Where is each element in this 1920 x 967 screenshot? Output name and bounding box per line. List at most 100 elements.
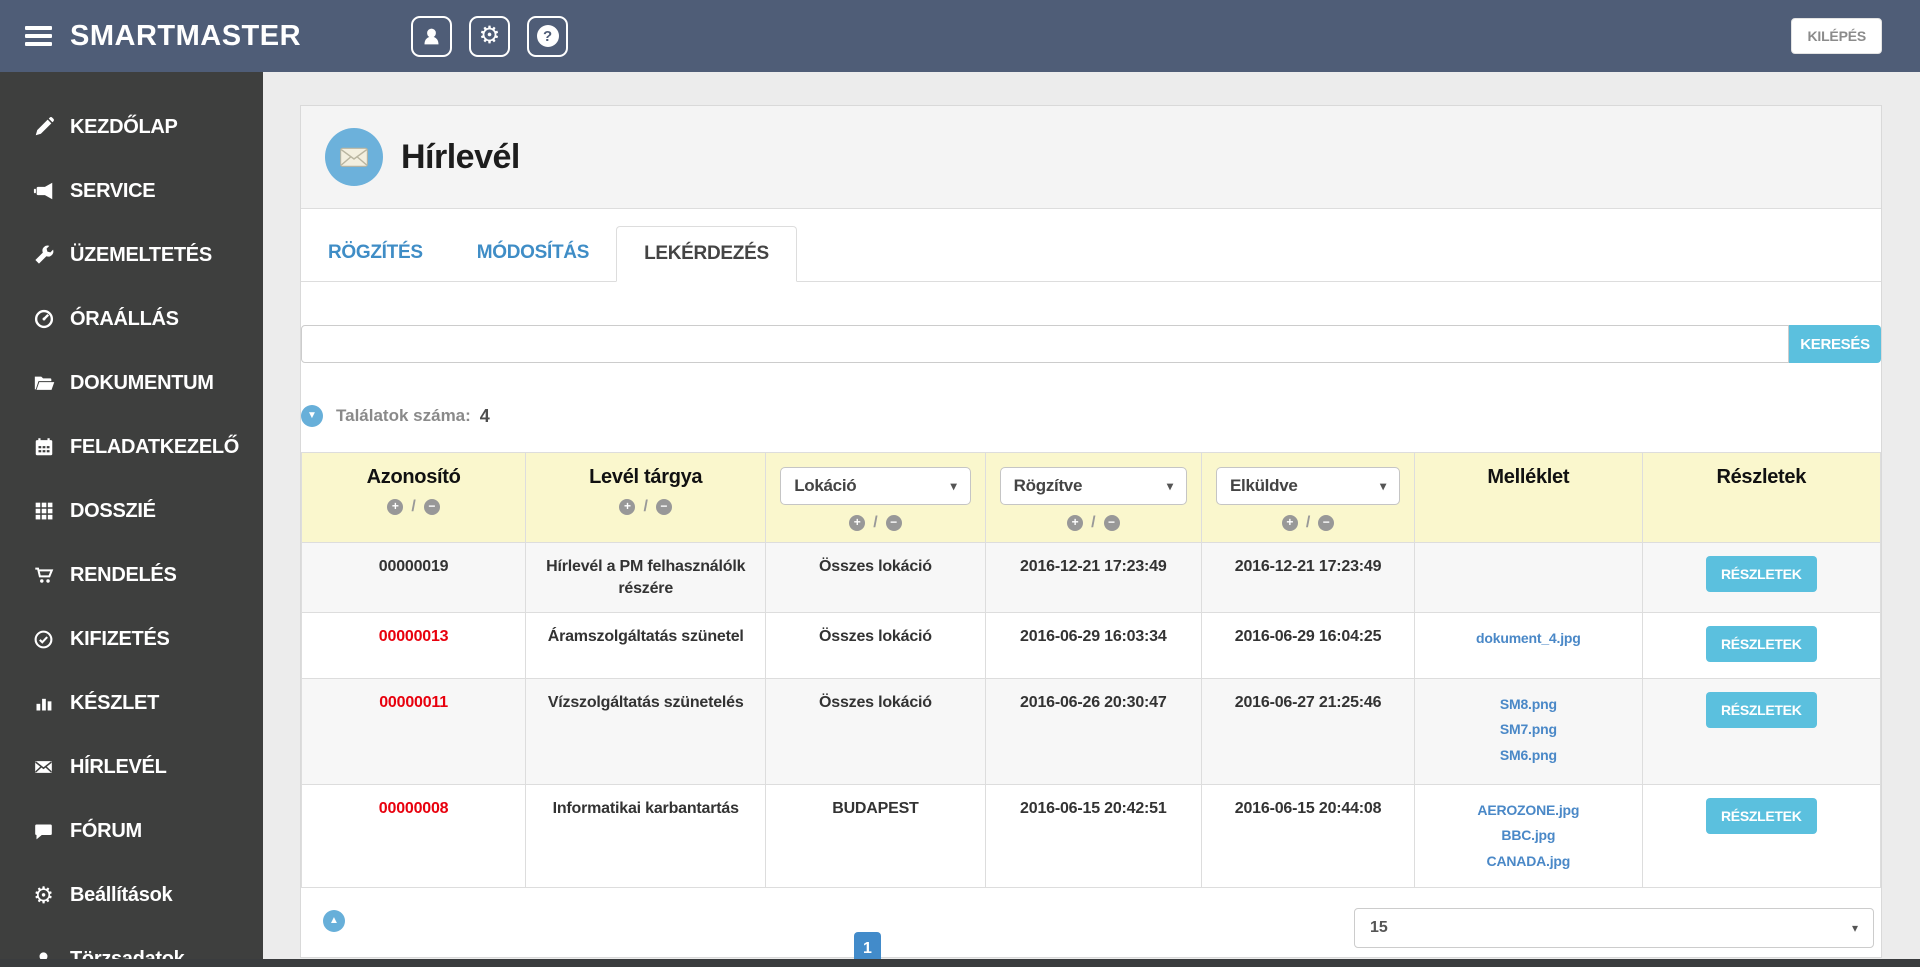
sort-controls	[774, 514, 976, 532]
table-header-row: Azonosító Levél tárgya Lokáció	[300, 452, 1882, 543]
app-title: SMARTMASTER	[70, 19, 302, 52]
sidebar-item-beallitasok[interactable]: ⚙ Beállítások	[0, 863, 263, 927]
collapse-arrow-icon[interactable]	[301, 405, 323, 427]
tab-lekerdezes[interactable]: LEKÉRDEZÉS	[616, 226, 797, 282]
sidebar-item-keszlet[interactable]: KÉSZLET	[0, 671, 263, 735]
sidebar-item-oraallas[interactable]: ÓRAÁLLÁS	[0, 287, 263, 351]
search-button[interactable]: KERESÉS	[1789, 325, 1881, 363]
user-button[interactable]	[411, 15, 453, 57]
sidebar-item-service[interactable]: SERVICE	[0, 159, 263, 223]
details-cell: RÉSZLETEK	[1641, 541, 1882, 614]
attachment-link[interactable]: CANADA.jpg	[1423, 849, 1633, 874]
sort-desc-icon[interactable]	[1318, 515, 1335, 531]
search-input[interactable]	[301, 325, 1789, 363]
sort-desc-icon[interactable]	[423, 499, 440, 515]
sort-controls	[1210, 514, 1406, 532]
sidebar-item-forum[interactable]: FÓRUM	[0, 799, 263, 863]
attachment-link[interactable]: SM6.png	[1423, 743, 1633, 768]
sidebar-item-dokumentum[interactable]: DOKUMENTUM	[0, 351, 263, 415]
check-circle-icon	[30, 629, 57, 650]
sidebar-item-rendeles[interactable]: RENDELÉS	[0, 543, 263, 607]
column-header-id: Azonosító	[300, 452, 527, 543]
back-to-top-icon[interactable]	[323, 909, 345, 932]
details-button[interactable]: RÉSZLETEK	[1705, 798, 1817, 835]
sent-cell: 2016-06-27 21:25:46	[1200, 678, 1416, 786]
sort-controls	[534, 498, 757, 516]
sort-controls	[994, 514, 1193, 532]
sidebar-item-uzemeltetes[interactable]: ÜZEMELTETÉS	[0, 223, 263, 287]
id-cell: 00000019	[300, 541, 527, 614]
recorded-cell: 2016-06-15 20:42:51	[984, 784, 1202, 888]
column-header-subject: Levél tárgya	[525, 452, 767, 543]
details-button[interactable]: RÉSZLETEK	[1705, 556, 1817, 592]
id-cell: 00000013	[300, 612, 527, 680]
details-cell: RÉSZLETEK	[1641, 784, 1882, 888]
attachment-link[interactable]: AEROZONE.jpg	[1423, 798, 1633, 823]
recorded-filter-select[interactable]: Rögzítve	[999, 467, 1187, 505]
help-button[interactable]: ?	[527, 15, 569, 57]
location-cell: BUDAPEST	[765, 784, 986, 888]
megaphone-icon	[30, 180, 57, 202]
panel-header: Hírlevél	[301, 106, 1881, 209]
subject-cell: Informatikai karbantartás	[525, 784, 767, 888]
details-button[interactable]: RÉSZLETEK	[1705, 626, 1817, 663]
comment-icon	[30, 821, 57, 842]
sidebar-item-hirlevel[interactable]: HÍRLEVÉL	[0, 735, 263, 799]
main-content: Hírlevél RÖGZÍTÉS MÓDOSÍTÁS LEKÉRDEZÉS K…	[263, 72, 1920, 967]
recorded-cell: 2016-06-26 20:30:47	[984, 678, 1202, 786]
attachment-link[interactable]: dokument_4.jpg	[1423, 626, 1633, 651]
sidebar-item-feladatkezelo[interactable]: FELADATKEZELŐ	[0, 415, 263, 479]
sort-asc-icon[interactable]	[387, 499, 404, 515]
tab-modositas[interactable]: MÓDOSÍTÁS	[450, 226, 616, 281]
wrench-icon	[30, 244, 57, 266]
settings-button[interactable]: ⚙	[469, 15, 511, 57]
sort-asc-icon[interactable]	[619, 499, 636, 515]
attachments-cell: dokument_4.jpg	[1414, 612, 1643, 680]
logout-button[interactable]: KILÉPÉS	[1791, 18, 1882, 54]
sort-desc-icon[interactable]	[1103, 515, 1120, 531]
envelope-icon	[30, 757, 57, 777]
attachment-link[interactable]: BBC.jpg	[1423, 823, 1633, 848]
search-row: KERESÉS	[301, 325, 1881, 363]
chevron-down-icon	[1852, 919, 1858, 937]
location-filter-select[interactable]: Lokáció	[780, 467, 971, 505]
results-count: 4	[479, 405, 490, 426]
topbar-icon-group: ⚙ ?	[411, 15, 569, 57]
details-button[interactable]: RÉSZLETEK	[1705, 692, 1817, 729]
menu-icon[interactable]	[25, 22, 52, 50]
gear-icon: ⚙	[33, 881, 54, 908]
sidebar-item-dosszie[interactable]: DOSSZIÉ	[0, 479, 263, 543]
sidebar: KEZDŐLAP SERVICE ÜZEMELTETÉS ÓRAÁLLÁS DO…	[0, 72, 263, 967]
attachments-cell: AEROZONE.jpg BBC.jpg CANADA.jpg	[1414, 784, 1643, 888]
sort-desc-icon[interactable]	[655, 499, 672, 515]
attachment-link[interactable]: SM7.png	[1423, 717, 1633, 742]
recorded-cell: 2016-12-21 17:23:49	[984, 541, 1202, 614]
column-header-attachment: Melléklet	[1414, 452, 1643, 543]
location-cell: Összes lokáció	[765, 612, 986, 680]
sort-asc-icon[interactable]	[1067, 515, 1084, 531]
sidebar-item-kezdolap[interactable]: KEZDŐLAP	[0, 95, 263, 159]
newsletter-table: Azonosító Levél tárgya Lokáció	[300, 452, 1882, 888]
attachment-link[interactable]: SM8.png	[1423, 692, 1633, 717]
footer-strip	[0, 959, 1920, 967]
question-icon: ?	[536, 25, 559, 47]
grid-icon	[30, 501, 57, 521]
slash-separator	[643, 498, 647, 516]
cart-icon	[30, 564, 57, 586]
sort-desc-icon[interactable]	[885, 515, 902, 531]
sent-cell: 2016-06-29 16:04:25	[1200, 612, 1416, 680]
page-size-select[interactable]: 15	[1354, 907, 1874, 948]
user-icon	[421, 26, 442, 47]
pencil-icon	[30, 116, 57, 138]
folder-open-icon	[30, 372, 57, 394]
sent-filter-select[interactable]: Elküldve	[1215, 467, 1401, 505]
sidebar-item-kifizetes[interactable]: KIFIZETÉS	[0, 607, 263, 671]
page-title: Hírlevél	[401, 137, 520, 176]
tab-rogzites[interactable]: RÖGZÍTÉS	[301, 226, 450, 281]
slash-separator	[1091, 514, 1095, 532]
results-label: Találatok száma:	[336, 406, 471, 425]
sort-controls	[310, 498, 517, 516]
sort-asc-icon[interactable]	[1281, 515, 1298, 531]
chevron-down-icon	[1167, 477, 1173, 495]
sort-asc-icon[interactable]	[849, 515, 866, 531]
